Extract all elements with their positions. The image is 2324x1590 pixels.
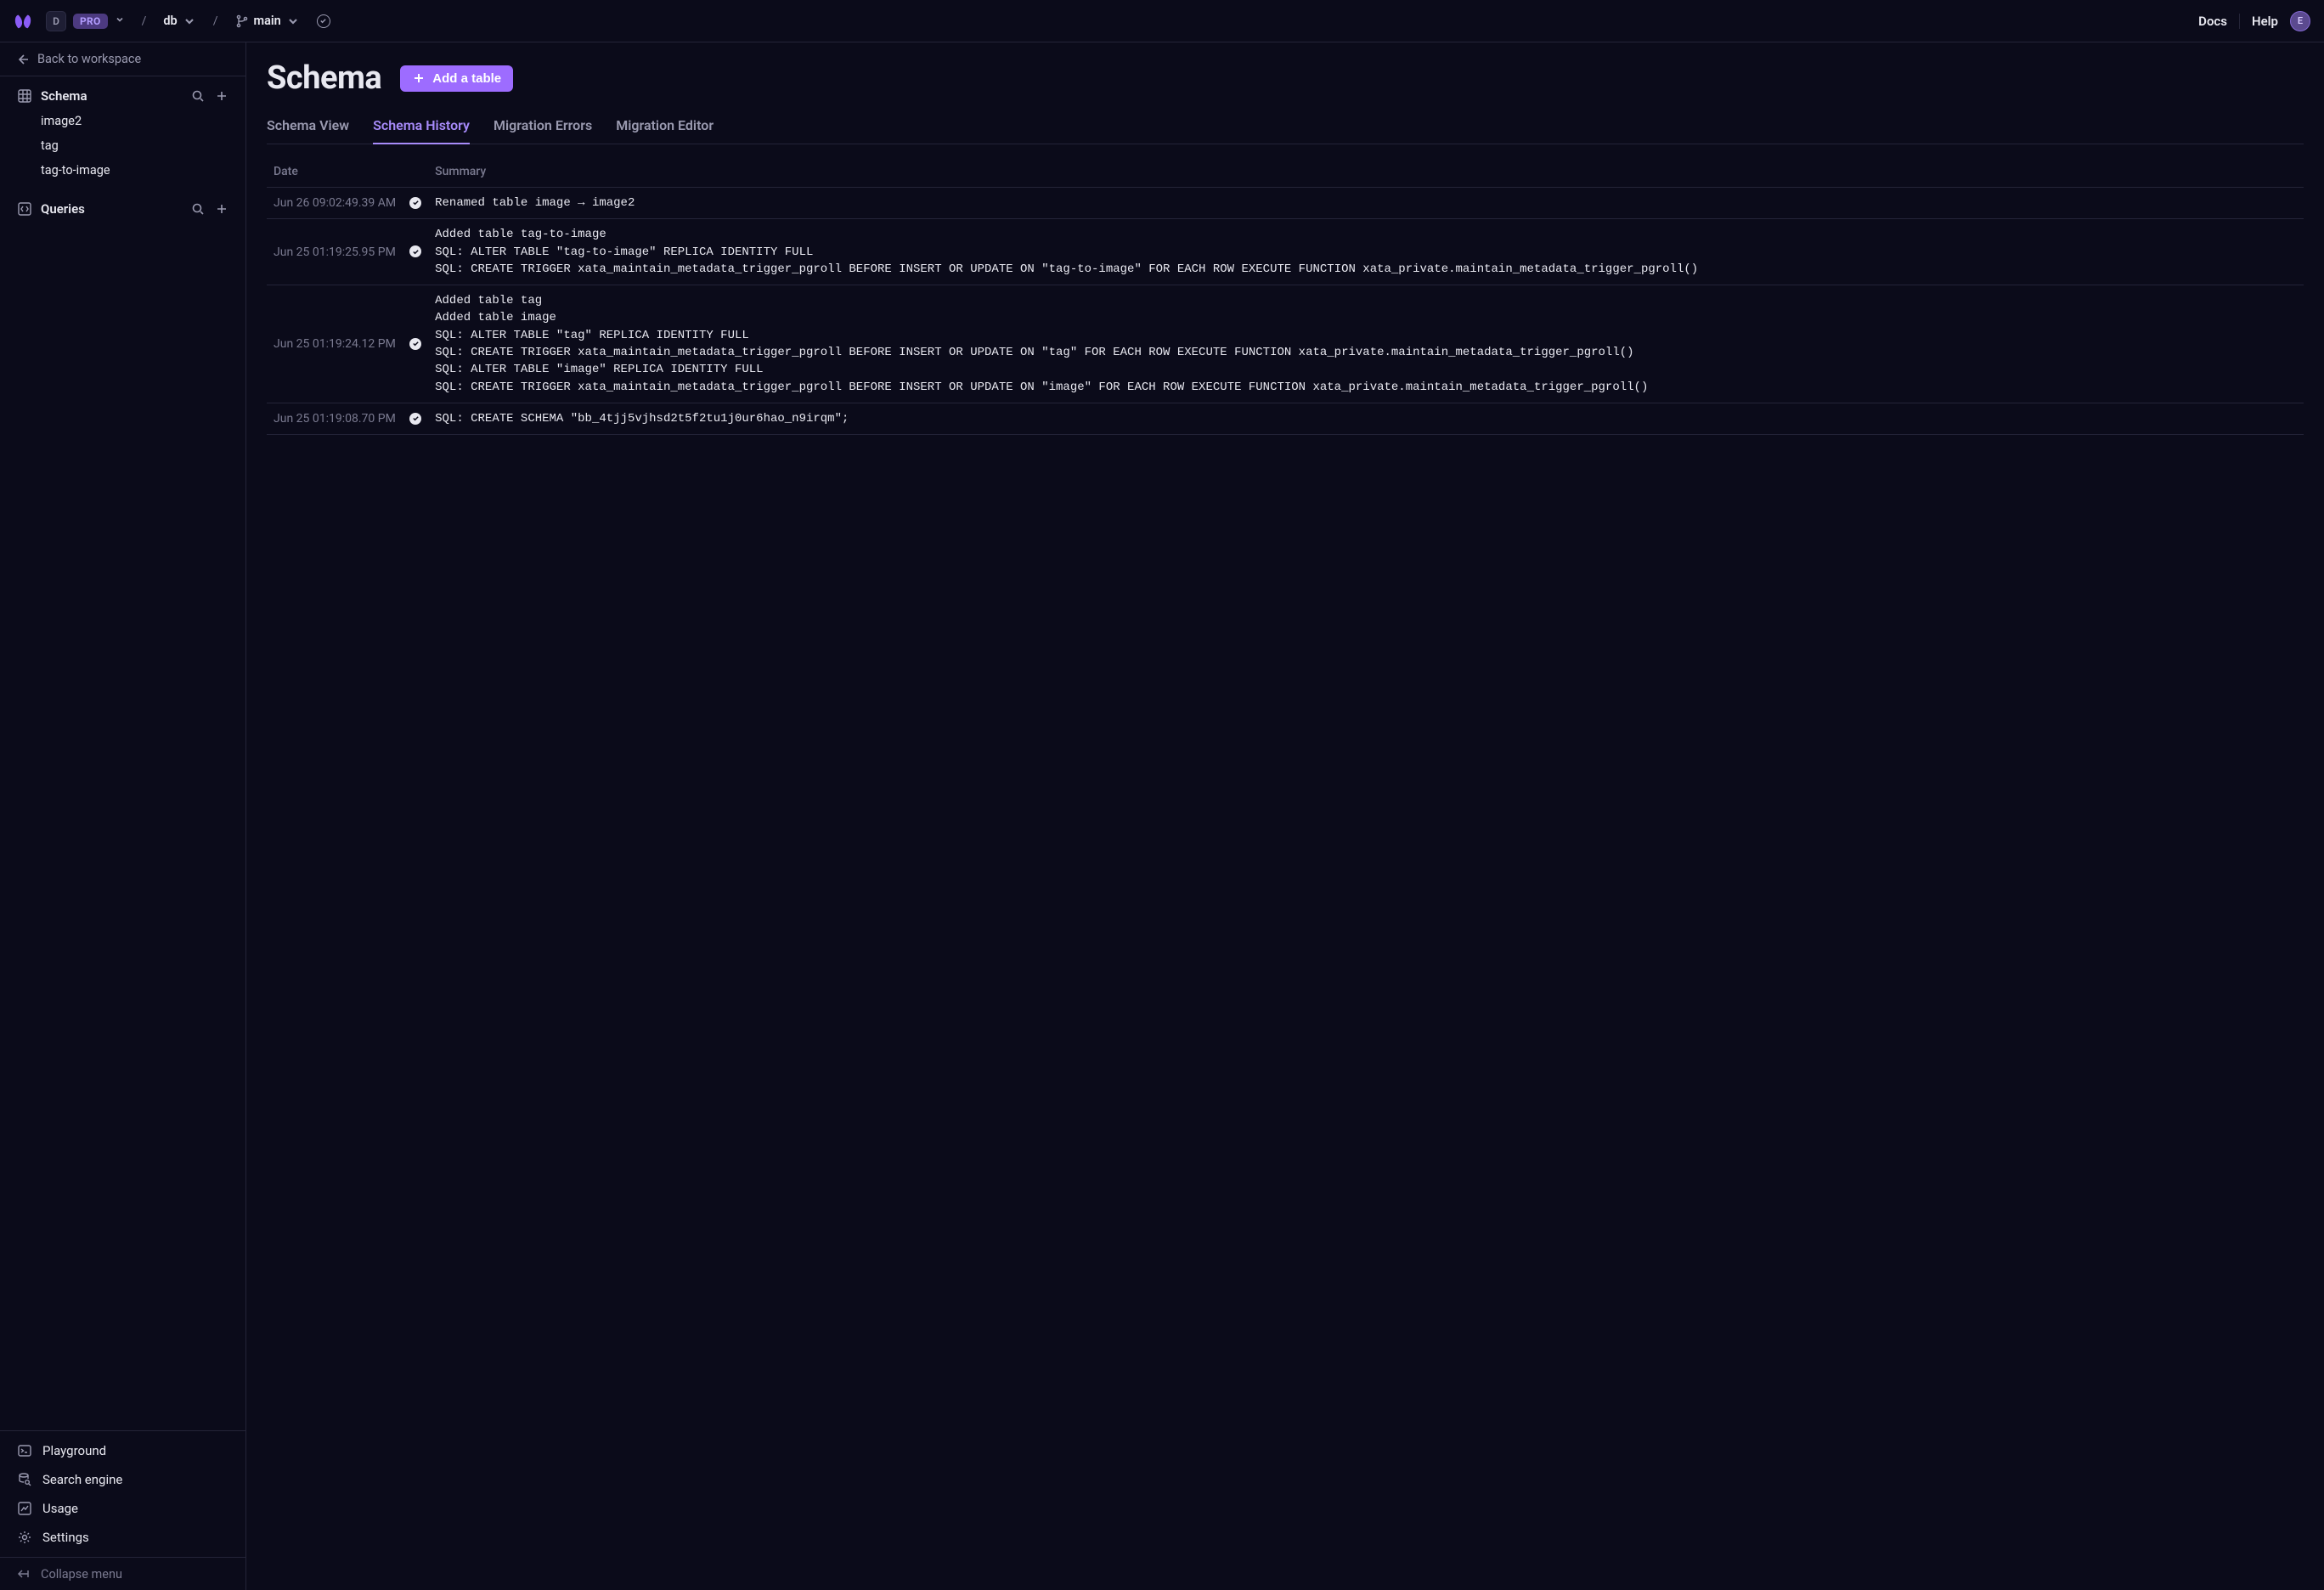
schema-header-label: Schema bbox=[41, 88, 87, 104]
tab-schema-view[interactable]: Schema View bbox=[267, 112, 349, 144]
sidebar-table-item[interactable]: image2 bbox=[10, 109, 235, 133]
history-table: Date Summary Jun 26 09:02:49.39 AM Rename… bbox=[267, 158, 2304, 435]
table-row[interactable]: Jun 25 01:19:25.95 PM Added table tag-to-… bbox=[267, 219, 2304, 285]
tab-schema-history[interactable]: Schema History bbox=[373, 112, 470, 144]
page-title: Schema bbox=[267, 59, 381, 97]
plus-icon[interactable] bbox=[215, 202, 228, 216]
pro-badge: PRO bbox=[73, 14, 108, 29]
xata-logo-icon[interactable] bbox=[14, 12, 32, 31]
database-search-icon bbox=[17, 1472, 32, 1487]
breadcrumb-separator: / bbox=[142, 14, 147, 28]
sidebar-table-item[interactable]: tag bbox=[10, 133, 235, 158]
branch-label: main bbox=[254, 14, 281, 28]
collapse-menu[interactable]: Collapse menu bbox=[0, 1557, 245, 1590]
add-table-label: Add a table bbox=[432, 71, 501, 86]
workspace-chip[interactable]: D bbox=[46, 11, 66, 31]
chevron-down-icon bbox=[286, 14, 300, 28]
sidebar-schema-header[interactable]: Schema bbox=[10, 83, 235, 109]
tabs: Schema View Schema History Migration Err… bbox=[267, 112, 2304, 144]
breadcrumb-branch[interactable]: main bbox=[235, 14, 300, 28]
workspace-caret[interactable] bbox=[115, 14, 125, 28]
row-date: Jun 25 01:19:24.12 PM bbox=[267, 285, 403, 403]
row-status bbox=[403, 188, 428, 219]
breadcrumb-separator: / bbox=[213, 14, 218, 28]
terminal-icon bbox=[17, 1443, 32, 1458]
grid-icon bbox=[17, 88, 32, 104]
search-label: Search engine bbox=[42, 1472, 122, 1487]
search-icon[interactable] bbox=[191, 89, 205, 103]
check-circle-icon bbox=[409, 413, 421, 425]
row-summary: Added table tag-to-image SQL: ALTER TABL… bbox=[428, 219, 2304, 285]
chart-icon bbox=[17, 1501, 32, 1516]
user-avatar[interactable]: E bbox=[2290, 11, 2310, 31]
add-table-button[interactable]: Add a table bbox=[400, 65, 513, 92]
row-date: Jun 25 01:19:25.95 PM bbox=[267, 219, 403, 285]
help-link[interactable]: Help bbox=[2252, 14, 2278, 29]
breadcrumb-db[interactable]: db bbox=[163, 14, 195, 28]
sidebar-item-usage[interactable]: Usage bbox=[7, 1494, 239, 1523]
back-to-workspace[interactable]: Back to workspace bbox=[0, 42, 245, 76]
usage-label: Usage bbox=[42, 1501, 78, 1516]
sidebar-item-search[interactable]: Search engine bbox=[7, 1465, 239, 1494]
row-date: Jun 26 09:02:49.39 AM bbox=[267, 188, 403, 219]
sidebar-table-item[interactable]: tag-to-image bbox=[10, 158, 235, 183]
check-circle-icon bbox=[409, 197, 421, 209]
db-label: db bbox=[163, 14, 177, 28]
docs-link[interactable]: Docs bbox=[2198, 14, 2227, 29]
collapse-icon bbox=[15, 1566, 31, 1582]
col-date: Date bbox=[267, 158, 403, 188]
chevron-down-icon bbox=[183, 14, 196, 28]
back-label: Back to workspace bbox=[37, 52, 141, 66]
sidebar: Back to workspace Schema image2 tag tag-… bbox=[0, 42, 246, 1590]
table-row[interactable]: Jun 26 09:02:49.39 AM Renamed table image… bbox=[267, 188, 2304, 219]
row-summary: SQL: CREATE SCHEMA "bb_4tjj5vjhsd2t5f2tu… bbox=[428, 403, 2304, 434]
row-status bbox=[403, 219, 428, 285]
divider bbox=[2239, 14, 2240, 29]
settings-label: Settings bbox=[42, 1530, 89, 1545]
collapse-label: Collapse menu bbox=[41, 1567, 122, 1582]
branch-icon bbox=[235, 14, 249, 28]
tab-migration-errors[interactable]: Migration Errors bbox=[494, 112, 592, 144]
branch-status-icon bbox=[317, 14, 330, 28]
plus-icon bbox=[412, 71, 426, 85]
sidebar-queries-header[interactable]: Queries bbox=[10, 196, 235, 222]
col-summary: Summary bbox=[428, 158, 2304, 188]
sidebar-item-playground[interactable]: Playground bbox=[7, 1436, 239, 1465]
sidebar-item-settings[interactable]: Settings bbox=[7, 1523, 239, 1552]
gear-icon bbox=[17, 1530, 32, 1545]
main-content: Schema Add a table Schema View Schema Hi… bbox=[246, 42, 2324, 1590]
tab-migration-editor[interactable]: Migration Editor bbox=[616, 112, 714, 144]
row-date: Jun 25 01:19:08.70 PM bbox=[267, 403, 403, 434]
check-circle-icon bbox=[409, 338, 421, 350]
col-status bbox=[403, 158, 428, 188]
row-status bbox=[403, 285, 428, 403]
plus-icon[interactable] bbox=[215, 89, 228, 103]
code-brackets-icon bbox=[17, 201, 32, 217]
queries-header-label: Queries bbox=[41, 201, 85, 217]
table-row[interactable]: Jun 25 01:19:24.12 PMAdded table tag Add… bbox=[267, 285, 2304, 403]
table-row[interactable]: Jun 25 01:19:08.70 PM SQL: CREATE SCHEMA … bbox=[267, 403, 2304, 434]
playground-label: Playground bbox=[42, 1443, 106, 1458]
arrow-left-icon bbox=[15, 53, 29, 66]
check-circle-icon bbox=[409, 245, 421, 257]
topbar: D PRO / db / main Docs Help E bbox=[0, 0, 2324, 42]
row-status bbox=[403, 403, 428, 434]
search-icon[interactable] bbox=[191, 202, 205, 216]
row-summary: Renamed table image → image2 bbox=[428, 188, 2304, 219]
row-summary: Added table tag Added table image SQL: A… bbox=[428, 285, 2304, 403]
